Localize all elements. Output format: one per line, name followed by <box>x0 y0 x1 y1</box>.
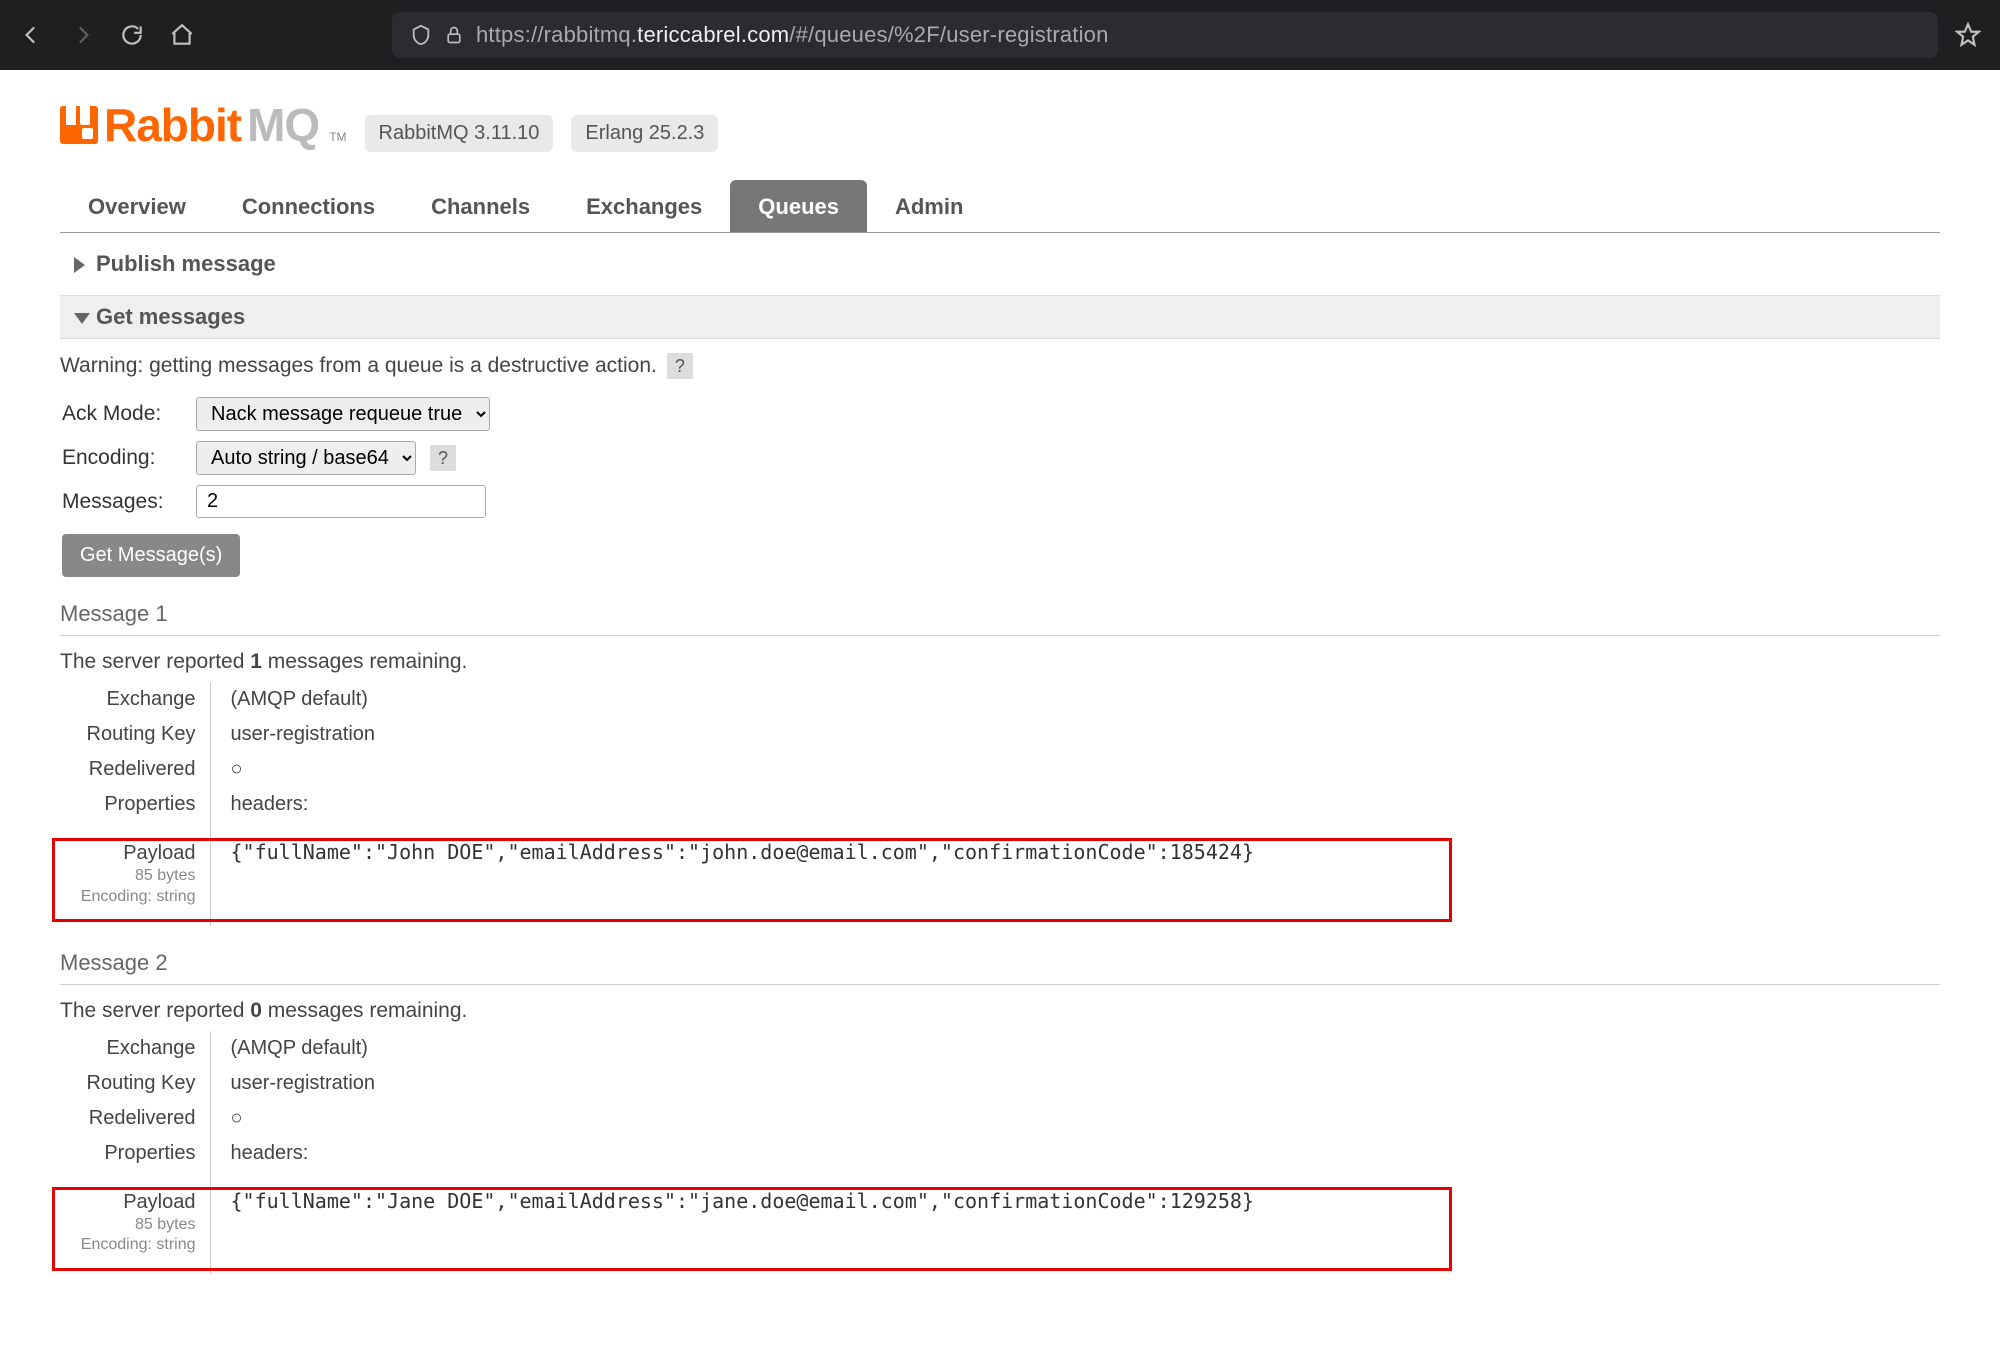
chevron-right-icon <box>74 257 85 273</box>
encoding-select[interactable]: Auto string / base64 <box>196 441 416 475</box>
row-redelivered-value: ○ <box>210 752 1410 787</box>
row-properties-label: Properties <box>60 1136 210 1171</box>
message-table: Exchange (AMQP default) Routing Key user… <box>60 682 1410 926</box>
section-get-header[interactable]: Get messages <box>60 295 1940 339</box>
section-get: Get messages <box>60 295 1940 339</box>
reload-icon[interactable] <box>112 15 152 55</box>
get-warning-row: Warning: getting messages from a queue i… <box>60 353 1940 379</box>
section-publish: Publish message <box>60 243 1940 285</box>
row-exchange-label: Exchange <box>60 682 210 717</box>
version-badge: RabbitMQ 3.11.10 <box>365 115 554 152</box>
message-remaining: The server reported 1 messages remaining… <box>60 636 1940 682</box>
row-payload-label: Payload 85 bytes Encoding: string <box>60 1171 210 1275</box>
payload-bytes: 85 bytes <box>60 1215 196 1236</box>
url-text: https://rabbitmq.tericcabrel.com/#/queue… <box>476 22 1109 48</box>
help-icon[interactable]: ? <box>667 353 693 379</box>
ack-mode-label: Ack Mode: <box>62 402 182 426</box>
payload-bytes: 85 bytes <box>60 866 196 887</box>
tab-overview[interactable]: Overview <box>60 180 214 232</box>
home-icon[interactable] <box>162 15 202 55</box>
payload-encoding: Encoding: string <box>60 1235 196 1256</box>
payload-code: {"fullName":"John DOE","emailAddress":"j… <box>231 840 1255 864</box>
tab-connections[interactable]: Connections <box>214 180 403 232</box>
section-publish-header[interactable]: Publish message <box>60 243 1940 285</box>
main-nav: Overview Connections Channels Exchanges … <box>60 180 1940 233</box>
row-exchange-value: (AMQP default) <box>210 1031 1410 1066</box>
message-title: Message 2 <box>60 946 1940 985</box>
row-redelivered-label: Redelivered <box>60 1101 210 1136</box>
row-payload-value: {"fullName":"Jane DOE","emailAddress":"j… <box>210 1171 1410 1275</box>
message-remaining: The server reported 0 messages remaining… <box>60 985 1940 1031</box>
forward-icon[interactable] <box>62 15 102 55</box>
ack-mode-select[interactable]: Nack message requeue true <box>196 397 490 431</box>
messages-input[interactable] <box>196 485 486 518</box>
rabbitmq-logo: RabbitMQ TM <box>60 98 347 152</box>
logo-tm: TM <box>329 130 346 152</box>
row-exchange-label: Exchange <box>60 1031 210 1066</box>
row-properties-value: headers: <box>210 787 1410 822</box>
row-properties-value: headers: <box>210 1136 1410 1171</box>
row-redelivered-label: Redelivered <box>60 752 210 787</box>
section-get-title: Get messages <box>96 304 245 329</box>
erlang-badge: Erlang 25.2.3 <box>571 115 718 152</box>
tab-exchanges[interactable]: Exchanges <box>558 180 730 232</box>
shield-icon <box>410 24 432 46</box>
help-icon[interactable]: ? <box>430 445 456 471</box>
messages-label: Messages: <box>62 490 182 514</box>
get-form: Ack Mode: Nack message requeue true Enco… <box>62 397 1940 577</box>
row-payload-value: {"fullName":"John DOE","emailAddress":"j… <box>210 822 1410 926</box>
lock-icon <box>444 25 464 45</box>
logo-text-a: Rabbit <box>104 98 241 152</box>
back-icon[interactable] <box>12 15 52 55</box>
payload-encoding: Encoding: string <box>60 887 196 908</box>
message-title: Message 1 <box>60 597 1940 636</box>
header-bar: RabbitMQ TM RabbitMQ 3.11.10 Erlang 25.2… <box>60 98 1940 152</box>
tab-channels[interactable]: Channels <box>403 180 558 232</box>
get-warning-text: Warning: getting messages from a queue i… <box>60 354 657 378</box>
section-publish-title: Publish message <box>96 251 276 276</box>
url-bar[interactable]: https://rabbitmq.tericcabrel.com/#/queue… <box>392 12 1938 58</box>
row-routing-value: user-registration <box>210 1066 1410 1101</box>
browser-chrome: https://rabbitmq.tericcabrel.com/#/queue… <box>0 0 2000 70</box>
row-routing-label: Routing Key <box>60 717 210 752</box>
get-messages-button[interactable]: Get Message(s) <box>62 534 240 577</box>
row-exchange-value: (AMQP default) <box>210 682 1410 717</box>
payload-code: {"fullName":"Jane DOE","emailAddress":"j… <box>231 1189 1255 1213</box>
logo-text-b: MQ <box>247 98 319 152</box>
bookmark-star-icon[interactable] <box>1948 15 1988 55</box>
rabbitmq-logo-icon <box>60 106 98 144</box>
tab-queues[interactable]: Queues <box>730 180 867 232</box>
row-routing-value: user-registration <box>210 717 1410 752</box>
row-routing-label: Routing Key <box>60 1066 210 1101</box>
row-properties-label: Properties <box>60 787 210 822</box>
message-block-1: Message 1 The server reported 1 messages… <box>60 597 1940 926</box>
message-table: Exchange (AMQP default) Routing Key user… <box>60 1031 1410 1275</box>
row-payload-label: Payload 85 bytes Encoding: string <box>60 822 210 926</box>
chevron-down-icon <box>74 313 90 324</box>
tab-admin[interactable]: Admin <box>867 180 991 232</box>
row-redelivered-value: ○ <box>210 1101 1410 1136</box>
message-block-2: Message 2 The server reported 0 messages… <box>60 946 1940 1275</box>
encoding-label: Encoding: <box>62 446 182 470</box>
